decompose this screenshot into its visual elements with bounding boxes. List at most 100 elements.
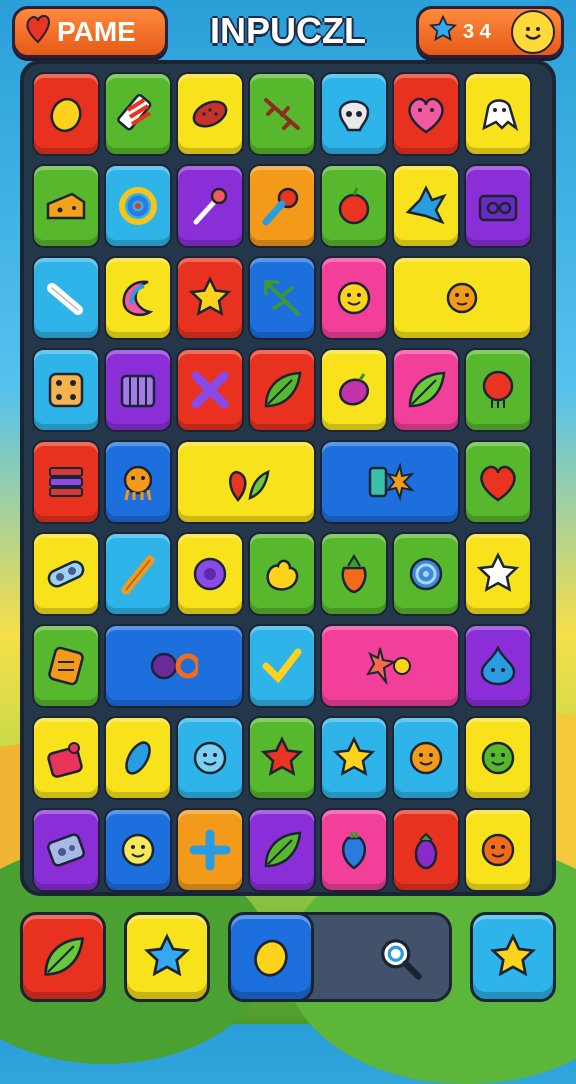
tile-r3-c0[interactable] [32, 348, 100, 432]
tile-r8-c0[interactable] [32, 808, 100, 892]
star-face-icon [474, 550, 522, 598]
tile-r6-c0[interactable] [32, 624, 100, 708]
tile-r2-c0[interactable] [32, 256, 100, 340]
tile-r4-c2[interactable] [176, 440, 316, 524]
tile-r0-c6[interactable] [464, 72, 532, 156]
tile-r5-c1[interactable] [104, 532, 172, 616]
tile-r7-c5[interactable] [392, 716, 460, 800]
orange-blob-icon [474, 826, 522, 874]
drop-face-icon [474, 642, 522, 690]
check-icon [258, 642, 306, 690]
tile-r7-c2[interactable] [176, 716, 244, 800]
pame-button[interactable]: PAME [12, 6, 168, 58]
lemon-button[interactable] [228, 912, 314, 1002]
tile-r2-c4[interactable] [320, 256, 388, 340]
seed-icon [186, 90, 234, 138]
tile-r4-c4[interactable] [320, 440, 460, 524]
tile-r7-c4[interactable] [320, 716, 388, 800]
bandage-icon [42, 550, 90, 598]
score-value: 3 4 [463, 20, 491, 43]
blue-face-icon [186, 734, 234, 782]
tile-r7-c3[interactable] [248, 716, 316, 800]
green-leaf-icon [258, 826, 306, 874]
tile-r8-c2[interactable] [176, 808, 244, 892]
faces-pair-icon [438, 274, 486, 322]
layers-icon [42, 458, 90, 506]
tile-r5-c5[interactable] [392, 532, 460, 616]
smiley-icon[interactable] [511, 10, 555, 54]
tile-r3-c1[interactable] [104, 348, 172, 432]
gold-star-button[interactable] [470, 912, 556, 1002]
strawberry-leaf-icon [222, 458, 270, 506]
arrow-icon [258, 274, 306, 322]
card-burst-icon [366, 458, 414, 506]
branch-icon [258, 90, 306, 138]
tile-r2-c2[interactable] [176, 256, 244, 340]
tile-r6-c1[interactable] [104, 624, 244, 708]
blob-icon [258, 550, 306, 598]
wand-icon [186, 182, 234, 230]
tile-r8-c3[interactable] [248, 808, 316, 892]
tile-r0-c0[interactable] [32, 72, 100, 156]
tile-r5-c2[interactable] [176, 532, 244, 616]
tile-r5-c3[interactable] [248, 532, 316, 616]
tile-r0-c2[interactable] [176, 72, 244, 156]
tile-r6-c3[interactable] [248, 624, 316, 708]
carrot-icon [330, 550, 378, 598]
star-button[interactable] [124, 912, 210, 1002]
tile-r2-c1[interactable] [104, 256, 172, 340]
tile-r0-c1[interactable] [104, 72, 172, 156]
tile-r7-c1[interactable] [104, 716, 172, 800]
swirl-icon [114, 182, 162, 230]
tile-r6-c6[interactable] [464, 624, 532, 708]
tile-r1-c4[interactable] [320, 164, 388, 248]
tile-r1-c3[interactable] [248, 164, 316, 248]
yellow-star-icon [330, 734, 378, 782]
tile-r4-c1[interactable] [104, 440, 172, 524]
tile-r8-c1[interactable] [104, 808, 172, 892]
skull-icon [330, 90, 378, 138]
striped-candy-icon [114, 90, 162, 138]
tile-r2-c3[interactable] [248, 256, 316, 340]
tile-r7-c0[interactable] [32, 716, 100, 800]
leaf-button[interactable] [20, 912, 106, 1002]
tile-r2-c5[interactable] [392, 256, 532, 340]
tile-r8-c5[interactable] [392, 808, 460, 892]
tile-r3-c2[interactable] [176, 348, 244, 432]
tile-r8-c4[interactable] [320, 808, 388, 892]
star-icon [428, 14, 458, 49]
tile-r5-c4[interactable] [320, 532, 388, 616]
tile-r3-c5[interactable] [392, 348, 460, 432]
tile-r4-c6[interactable] [464, 440, 532, 524]
tile-r1-c0[interactable] [32, 164, 100, 248]
tile-r4-c0[interactable] [32, 440, 100, 524]
tile-r1-c1[interactable] [104, 164, 172, 248]
orange-face-icon [402, 734, 450, 782]
tile-r1-c2[interactable] [176, 164, 244, 248]
tile-r5-c6[interactable] [464, 532, 532, 616]
search-button[interactable] [356, 912, 442, 1002]
tile-r1-c5[interactable] [392, 164, 460, 248]
tile-r3-c4[interactable] [320, 348, 388, 432]
lemon-icon [245, 931, 297, 983]
tile-r7-c6[interactable] [464, 716, 532, 800]
dice-icon [42, 366, 90, 414]
tile-r3-c6[interactable] [464, 348, 532, 432]
tile-r8-c6[interactable] [464, 808, 532, 892]
tile-r0-c3[interactable] [248, 72, 316, 156]
tile-r3-c3[interactable] [248, 348, 316, 432]
waffle-icon [42, 642, 90, 690]
moon-icon [114, 274, 162, 322]
tile-r6-c4[interactable] [320, 624, 460, 708]
eggplant-icon [402, 826, 450, 874]
bag-icon [42, 734, 90, 782]
plus-icon [186, 826, 234, 874]
tile-r0-c4[interactable] [320, 72, 388, 156]
tile-r1-c6[interactable] [464, 164, 532, 248]
cheese-icon [42, 182, 90, 230]
tile-r0-c5[interactable] [392, 72, 460, 156]
smile-blob-icon [330, 274, 378, 322]
game-board [20, 60, 556, 896]
lemon-icon [42, 90, 90, 138]
tile-r5-c0[interactable] [32, 532, 100, 616]
